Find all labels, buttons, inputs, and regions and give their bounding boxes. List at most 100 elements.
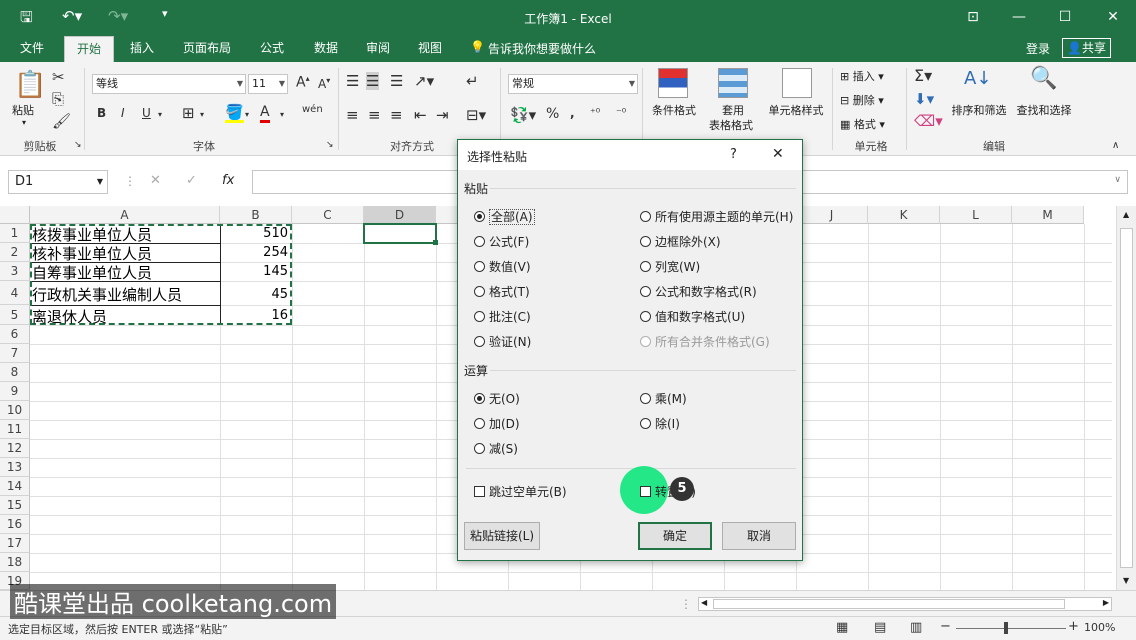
paste-option-validation[interactable]: 验证(N) (474, 333, 531, 350)
cell-b1[interactable]: 510 (220, 226, 288, 241)
conditional-format-button[interactable]: 条件格式 (648, 102, 700, 118)
chevron-down-icon[interactable]: ▾ (245, 110, 249, 119)
percent-style-icon[interactable]: % (546, 106, 559, 122)
cell-styles-button[interactable]: 单元格样式 (764, 102, 828, 118)
zoom-slider[interactable] (956, 628, 1066, 629)
cell-a4[interactable]: 行政机关事业编制人员 (32, 284, 182, 305)
page-layout-view-icon[interactable]: ▤ (874, 620, 886, 635)
paste-dropdown-icon[interactable]: ▾ (22, 118, 26, 127)
row-header[interactable]: 5 (0, 305, 30, 325)
align-center-icon[interactable]: ≡ (368, 106, 381, 124)
operation-add[interactable]: 加(D) (474, 415, 520, 432)
vertical-scrollbar[interactable]: ▲ ▼ (1116, 206, 1136, 590)
paste-icon[interactable]: 📋 (14, 70, 46, 100)
align-middle-icon[interactable]: ☰ (366, 72, 380, 90)
insert-cells-button[interactable]: ⊞ 插入 ▾ (840, 68, 884, 84)
paste-option-values[interactable]: 数值(V) (474, 258, 531, 275)
number-format-combo[interactable]: 常规 ▼ (508, 74, 638, 94)
cell-a3[interactable]: 自筹事业单位人员 (32, 262, 152, 283)
chevron-down-icon[interactable]: ▾ (200, 110, 204, 119)
scroll-left-icon[interactable]: ◀ (701, 598, 707, 607)
help-button[interactable]: ? (730, 147, 737, 162)
maximize-icon[interactable]: ☐ (1050, 6, 1080, 28)
enter-icon[interactable]: ✓ (186, 173, 197, 188)
wrap-text-icon[interactable]: ↵ (466, 72, 479, 90)
dialog-close-button[interactable]: ✕ (772, 146, 784, 162)
ok-button[interactable]: 确定 (638, 522, 712, 550)
shrink-font-icon[interactable]: A▾ (318, 76, 330, 91)
column-header[interactable]: K (868, 206, 940, 224)
insert-function-icon[interactable]: fx (222, 173, 234, 188)
row-header[interactable]: 2 (0, 243, 30, 262)
chevron-down-icon[interactable]: ▾ (280, 110, 284, 119)
align-top-icon[interactable]: ☰ (346, 72, 359, 90)
paste-link-button[interactable]: 粘贴链接(L) (464, 522, 540, 550)
autosum-icon[interactable]: Σ▾ (914, 66, 932, 85)
cell-b2[interactable]: 254 (220, 245, 288, 260)
row-header[interactable]: 6 (0, 325, 30, 344)
select-all-corner[interactable] (0, 206, 30, 224)
font-size-combo[interactable]: 11 ▼ (248, 74, 288, 94)
horizontal-scrollbar[interactable]: ◀ ▶ (698, 597, 1112, 611)
fill-color-icon[interactable]: 🪣 (225, 104, 244, 123)
column-header[interactable]: J (796, 206, 868, 224)
close-icon[interactable]: ✕ (1098, 6, 1128, 28)
zoom-out-icon[interactable]: − (940, 619, 951, 634)
format-as-table-icon[interactable] (718, 68, 748, 98)
cancel-button[interactable]: 取消 (722, 522, 796, 550)
row-header[interactable]: 14 (0, 477, 30, 496)
tab-view[interactable]: 视图 (408, 36, 452, 62)
copy-icon[interactable]: ⎘ (52, 90, 64, 108)
align-left-icon[interactable]: ≡ (346, 106, 359, 124)
column-header[interactable]: C (292, 206, 364, 224)
scroll-up-icon[interactable]: ▲ (1123, 210, 1129, 219)
paste-option-formulas-numbers[interactable]: 公式和数字格式(R) (640, 283, 757, 300)
increase-decimal-icon[interactable]: ⁺⁰ (590, 106, 600, 119)
tab-review[interactable]: 审阅 (356, 36, 400, 62)
cell-a2[interactable]: 核补事业单位人员 (32, 243, 152, 264)
collapse-ribbon-icon[interactable]: ∧ (1112, 140, 1119, 151)
tab-insert[interactable]: 插入 (120, 36, 164, 62)
row-header[interactable]: 18 (0, 553, 30, 572)
accounting-format-icon[interactable]: 💱▾ (510, 106, 536, 124)
paste-option-comments[interactable]: 批注(C) (474, 308, 531, 325)
tab-formulas[interactable]: 公式 (250, 36, 294, 62)
name-box[interactable]: D1 ▼ (8, 170, 108, 194)
zoom-slider-thumb[interactable] (1004, 622, 1008, 634)
sort-filter-icon[interactable]: A↓ (964, 68, 991, 89)
active-cell-d1[interactable] (363, 223, 437, 244)
cell-a1[interactable]: 核拨事业单位人员 (32, 224, 152, 245)
find-select-button[interactable]: 查找和选择 (1012, 102, 1076, 118)
conditional-format-icon[interactable] (658, 68, 688, 98)
row-header[interactable]: 1 (0, 224, 30, 243)
scroll-right-icon[interactable]: ▶ (1103, 598, 1109, 607)
cell-b5[interactable]: 16 (220, 308, 288, 323)
scroll-down-icon[interactable]: ▼ (1123, 576, 1129, 585)
paste-option-formats[interactable]: 格式(T) (474, 283, 530, 300)
paste-option-values-numbers[interactable]: 值和数字格式(U) (640, 308, 745, 325)
row-header[interactable]: 10 (0, 401, 30, 420)
align-bottom-icon[interactable]: ☰ (390, 72, 403, 90)
row-header[interactable]: 16 (0, 515, 30, 534)
page-break-view-icon[interactable]: ▥ (910, 620, 922, 635)
clipboard-launcher-icon[interactable]: ↘ (74, 140, 82, 150)
merge-center-icon[interactable]: ⊟▾ (466, 106, 486, 124)
login-link[interactable]: 登录 (1026, 40, 1050, 57)
underline-button[interactable]: U (142, 106, 151, 120)
cell-a5[interactable]: 离退休人员 (32, 306, 107, 327)
bold-button[interactable]: B (97, 106, 106, 120)
cell-b3[interactable]: 145 (220, 264, 288, 279)
delete-cells-button[interactable]: ⊟ 删除 ▾ (840, 92, 884, 108)
column-header[interactable]: M (1012, 206, 1084, 224)
zoom-level[interactable]: 100% (1084, 621, 1115, 634)
tell-me-box[interactable]: 告诉我你想要做什么 (488, 40, 596, 57)
clear-icon[interactable]: ⌫▾ (914, 112, 943, 130)
row-header[interactable]: 9 (0, 382, 30, 401)
tab-file[interactable]: 文件 (8, 36, 56, 62)
row-header[interactable]: 7 (0, 344, 30, 363)
operation-multiply[interactable]: 乘(M) (640, 390, 687, 407)
column-header[interactable]: B (220, 206, 292, 224)
cell-b4[interactable]: 45 (220, 287, 288, 302)
column-header[interactable]: L (940, 206, 1012, 224)
phonetic-icon[interactable]: wén (302, 104, 323, 115)
